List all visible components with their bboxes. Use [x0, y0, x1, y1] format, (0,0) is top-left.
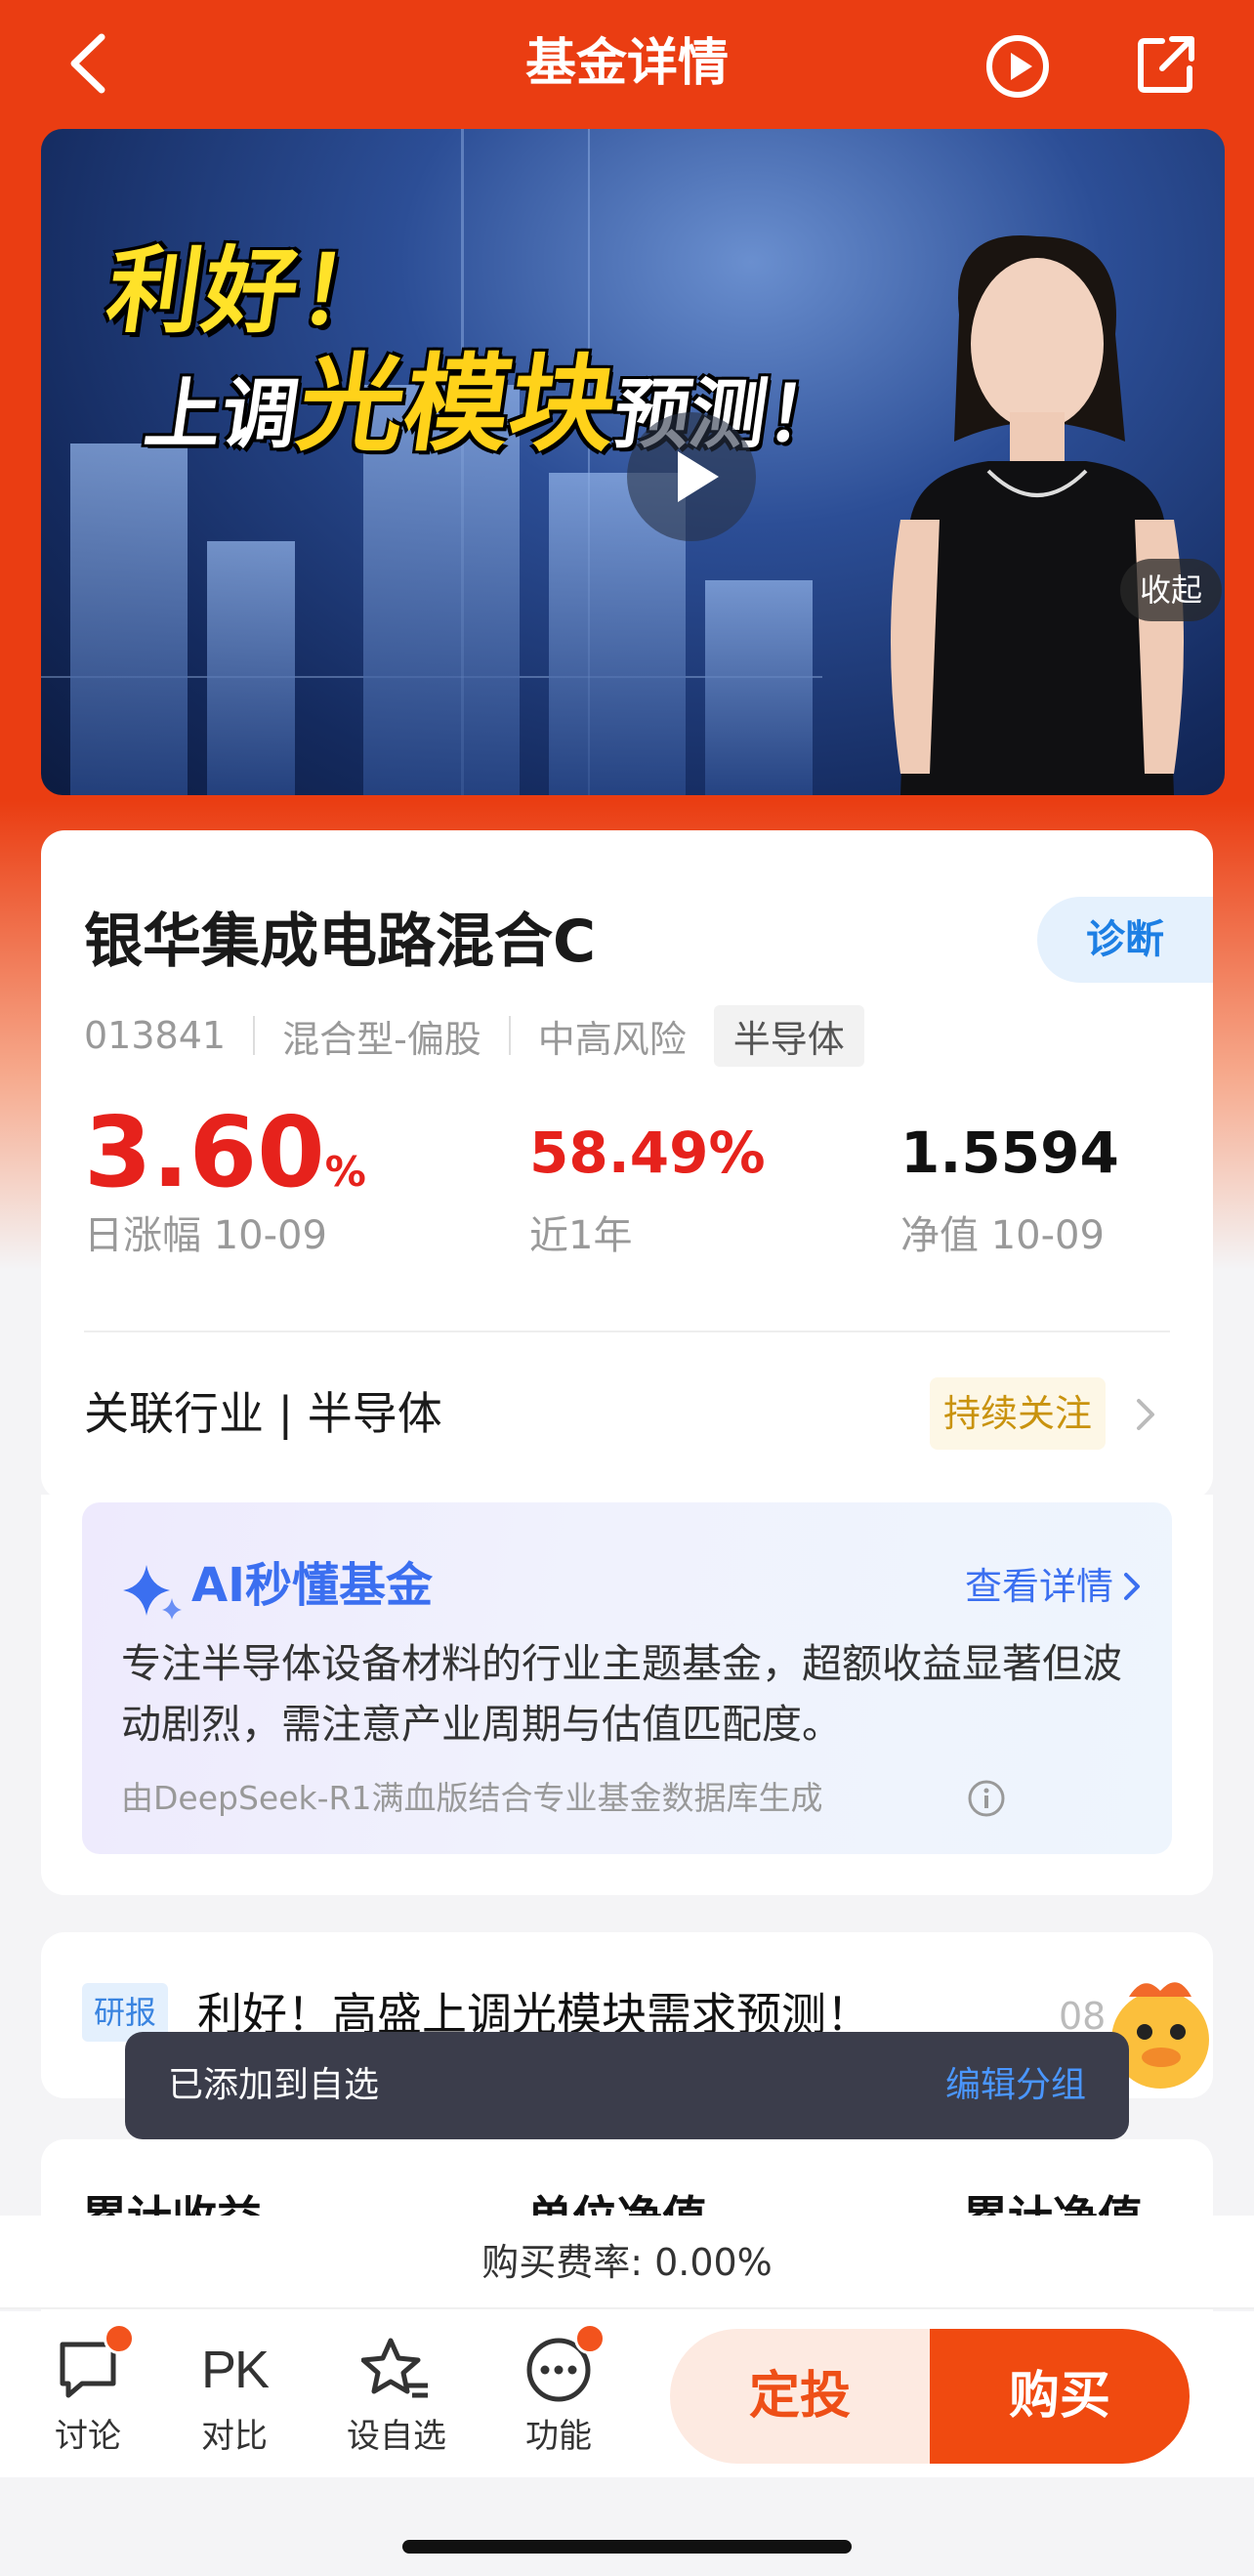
share-icon[interactable]	[1135, 33, 1197, 96]
watchlist-label: 设自选	[347, 2417, 446, 2456]
nav-value: 1.5594	[900, 1119, 1119, 1186]
daily-change-value: 3.60	[84, 1095, 325, 1209]
nav-header: 基金详情	[0, 0, 1254, 127]
presenter-image	[891, 235, 1184, 795]
one-year-return-stat: 58.49% 近1年	[529, 1094, 766, 1260]
notification-dot	[104, 2323, 135, 2354]
ai-detail-link[interactable]: 查看详情	[965, 1557, 1113, 1616]
fund-info-card: 银华集成电路混合C 诊断 013841 混合型-偏股 中高风险 半导体 3.60…	[41, 830, 1213, 1499]
one-year-return-value: 58.49%	[529, 1119, 766, 1186]
bottom-toolbar: 讨论 PK 对比 设自选 功能 定投 购买	[0, 2311, 1254, 2477]
divider	[253, 1016, 256, 1055]
chat-icon	[53, 2323, 135, 2405]
chevron-right-icon[interactable]	[1121, 1571, 1143, 1602]
follow-badge: 持续关注	[929, 1377, 1106, 1450]
decorative-building	[207, 541, 295, 795]
compare-button[interactable]: PK 对比	[176, 2335, 293, 2458]
video-play-icon[interactable]	[627, 412, 756, 541]
action-buttons: 定投 购买	[670, 2329, 1190, 2464]
one-year-return-label: 近1年	[529, 1213, 633, 1258]
compare-label: 对比	[201, 2417, 268, 2456]
sparkle-icon	[121, 1557, 186, 1622]
discuss-button[interactable]: 讨论	[29, 2323, 146, 2458]
decorative-building	[70, 443, 188, 795]
fund-type: 混合型-偏股	[282, 1017, 481, 1061]
video-banner[interactable]: 利好！ 上调光模块预测！ 收起	[41, 129, 1225, 795]
home-area	[0, 2477, 1254, 2576]
page-title: 基金详情	[524, 34, 729, 93]
fund-risk: 中高风险	[537, 1017, 687, 1061]
functions-label: 功能	[525, 2417, 592, 2456]
ai-summary-box[interactable]: AI秒懂基金 查看详情 专注半导体设备材料的行业主题基金，超额收益显著但波动剧烈…	[82, 1502, 1172, 1854]
fund-code: 013841	[84, 1014, 227, 1057]
notification-dot	[574, 2323, 606, 2354]
chevron-right-icon[interactable]	[1131, 1395, 1160, 1434]
purchase-fee-bar: 购买费率: 0.00%	[0, 2216, 1254, 2309]
ai-summary-text: 专注半导体设备材料的行业主题基金，超额收益显著但波动剧烈，需注意产业周期与估值匹…	[121, 1640, 1122, 1748]
more-icon	[523, 2323, 606, 2405]
discuss-label: 讨论	[55, 2417, 121, 2456]
add-watchlist-button[interactable]: 设自选	[338, 2335, 455, 2458]
daily-change-label: 日涨幅 10-09	[84, 1213, 327, 1258]
functions-button[interactable]: 功能	[500, 2323, 617, 2458]
diagnose-button[interactable]: 诊断	[1037, 897, 1213, 983]
auto-invest-button[interactable]: 定投	[670, 2329, 930, 2464]
ai-section: AI秒懂基金 查看详情 专注半导体设备材料的行业主题基金，超额收益显著但波动剧烈…	[41, 1495, 1213, 1895]
edit-group-link[interactable]: 编辑分组	[945, 2032, 1086, 2139]
collapse-button[interactable]: 收起	[1120, 559, 1223, 621]
toast-message: 已添加到自选	[168, 2065, 380, 2105]
fund-meta: 013841 混合型-偏股 中高风险 半导体	[84, 1004, 864, 1067]
nav-stat: 1.5594 净值 10-09	[900, 1094, 1119, 1260]
pk-icon: PK	[199, 2335, 270, 2405]
daily-change-stat: 3.60% 日涨幅 10-09	[84, 1094, 366, 1260]
star-list-icon	[360, 2335, 432, 2405]
buy-button[interactable]: 购买	[930, 2329, 1190, 2464]
divider	[508, 1016, 511, 1055]
home-indicator[interactable]	[402, 2540, 852, 2554]
banner-sub-pre: 上调	[139, 371, 305, 459]
play-circle-icon[interactable]	[984, 33, 1051, 100]
toast: 已添加到自选 编辑分组	[125, 2032, 1129, 2139]
pk-icon-text: PK	[200, 2341, 270, 2399]
related-industry-row[interactable]: 关联行业 | 半导体	[84, 1379, 442, 1448]
banner-sub-highlight: 光模块	[290, 344, 625, 466]
ai-source-note: 由DeepSeek-R1满血版结合专业基金数据库生成	[121, 1779, 823, 1817]
decorative-building	[705, 580, 813, 795]
ai-title: AI秒懂基金	[191, 1558, 434, 1613]
fund-name: 银华集成电路混合C	[84, 908, 597, 976]
info-icon[interactable]	[966, 1778, 1007, 1819]
nav-label: 净值 10-09	[900, 1213, 1105, 1258]
divider	[84, 1330, 1170, 1332]
daily-change-unit: %	[324, 1148, 366, 1196]
sector-tag[interactable]: 半导体	[713, 1004, 864, 1067]
